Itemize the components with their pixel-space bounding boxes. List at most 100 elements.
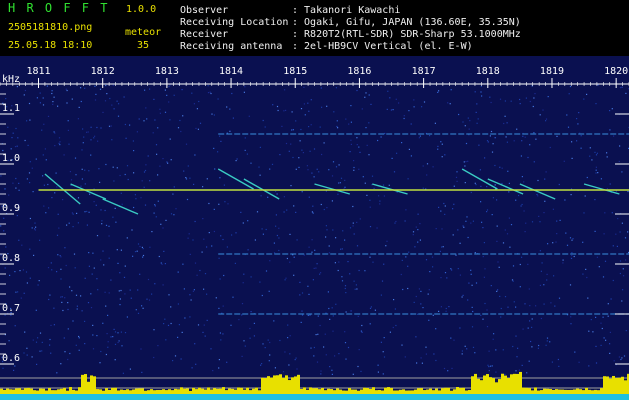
noise-dot <box>331 307 333 309</box>
noise-dot <box>582 241 584 243</box>
noise-dot <box>358 146 360 148</box>
noise-dot <box>296 239 298 241</box>
noise-dot <box>184 317 186 319</box>
x-tick-label: 1819 <box>540 66 564 77</box>
noise-dot <box>338 182 340 184</box>
noise-dot <box>10 148 12 150</box>
noise-dot <box>403 117 405 120</box>
noise-dot <box>59 144 61 146</box>
noise-dot <box>120 331 122 333</box>
noise-dot <box>417 313 419 315</box>
noise-dot <box>578 361 580 363</box>
noise-dot <box>74 157 77 159</box>
noise-dot <box>105 224 108 226</box>
noise-dot <box>506 122 508 124</box>
noise-dot <box>428 319 430 321</box>
noise-dot <box>207 92 210 94</box>
noise-dot <box>142 254 145 257</box>
noise-dot <box>53 96 55 98</box>
noise-dot <box>418 137 420 139</box>
noise-dot <box>552 242 554 244</box>
noise-dot <box>556 220 558 222</box>
noise-dot <box>38 280 40 282</box>
strip-bar <box>168 389 171 394</box>
noise-dot <box>289 335 291 337</box>
noise-dot <box>486 209 489 211</box>
noise-dot <box>186 198 189 201</box>
strip-bar <box>135 388 138 394</box>
noise-dot <box>625 259 627 261</box>
noise-dot <box>211 245 213 247</box>
noise-dot <box>45 159 47 161</box>
noise-dot <box>552 208 554 210</box>
strip-bar <box>318 389 321 394</box>
noise-dot <box>48 207 50 209</box>
noise-dot <box>75 344 77 346</box>
noise-dot <box>151 293 153 295</box>
noise-dot <box>511 279 514 281</box>
noise-dot <box>110 279 112 281</box>
noise-dot <box>462 294 464 296</box>
noise-dot <box>61 301 63 303</box>
strip-bar <box>288 380 291 394</box>
noise-dot <box>153 356 155 359</box>
noise-dot <box>14 325 16 327</box>
noise-dot <box>14 365 16 367</box>
strip-bar <box>534 387 537 394</box>
noise-dot <box>595 345 597 347</box>
noise-dot <box>185 178 188 180</box>
noise-dot <box>116 249 118 251</box>
noise-dot <box>95 204 97 206</box>
noise-dot <box>167 324 170 326</box>
noise-dot <box>227 203 229 205</box>
noise-dot <box>445 307 447 310</box>
noise-dot <box>308 293 310 295</box>
strip-bar <box>399 389 402 394</box>
noise-dot <box>54 132 56 134</box>
noise-dot <box>512 345 514 348</box>
noise-dot <box>377 364 379 366</box>
noise-dot <box>537 347 539 349</box>
noise-dot <box>39 332 42 334</box>
noise-dot <box>415 295 417 298</box>
x-tick-label: 1813 <box>155 66 179 77</box>
noise-dot <box>437 148 439 150</box>
noise-dot <box>467 160 469 162</box>
noise-dot <box>488 350 490 352</box>
noise-dot <box>301 149 303 151</box>
noise-dot <box>104 100 107 102</box>
strip-bar <box>606 376 609 394</box>
strip-bar <box>30 388 33 394</box>
noise-dot <box>348 123 350 125</box>
noise-dot <box>356 245 359 247</box>
noise-dot <box>113 108 115 110</box>
noise-dot <box>195 127 197 129</box>
noise-dot <box>480 201 482 203</box>
noise-dot <box>504 229 506 231</box>
noise-dot <box>529 100 531 103</box>
strip-bar <box>486 374 489 394</box>
noise-dot <box>616 245 618 247</box>
noise-dot <box>482 227 484 229</box>
noise-dot <box>151 231 153 233</box>
noise-dot <box>432 166 434 168</box>
noise-dot <box>173 186 175 188</box>
noise-dot <box>419 223 421 225</box>
noise-dot <box>389 97 391 99</box>
noise-dot <box>39 92 41 94</box>
noise-dot <box>29 277 31 279</box>
noise-dot <box>160 223 162 225</box>
noise-dot <box>108 292 110 294</box>
noise-dot <box>354 288 356 290</box>
noise-dot <box>218 203 220 205</box>
noise-dot <box>168 101 170 103</box>
noise-dot <box>193 289 195 291</box>
noise-dot <box>7 126 9 128</box>
noise-dot <box>392 326 394 329</box>
noise-dot <box>446 277 448 279</box>
noise-dot <box>31 356 33 358</box>
noise-dot <box>592 331 594 333</box>
noise-dot <box>162 158 164 160</box>
noise-dot <box>264 126 266 128</box>
noise-dot <box>197 128 199 130</box>
